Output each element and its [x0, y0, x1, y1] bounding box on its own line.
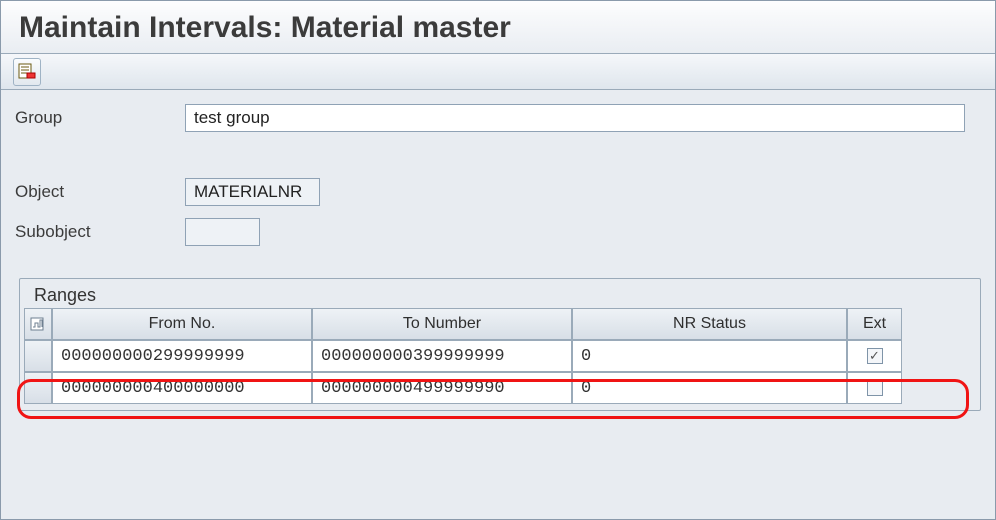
ranges-title: Ranges [20, 279, 980, 308]
group-label: Group [15, 108, 185, 128]
cell-status[interactable]: 0 [572, 372, 847, 404]
object-label: Object [15, 182, 185, 202]
cell-from[interactable]: 000000000400000000 [52, 372, 312, 404]
ranges-panel: Ranges From No. To Number NR Status Ext [19, 278, 981, 411]
page-title: Maintain Intervals: Material master [19, 11, 977, 45]
col-ext[interactable]: Ext [847, 308, 902, 340]
row-selector[interactable] [24, 340, 52, 372]
cell-ext[interactable] [847, 372, 902, 404]
select-all-icon [30, 316, 46, 332]
cell-to[interactable]: 000000000399999999 [312, 340, 572, 372]
subobject-label: Subobject [15, 222, 185, 242]
row-selector[interactable] [24, 372, 52, 404]
object-field [185, 178, 320, 206]
cell-from[interactable]: 000000000299999999 [52, 340, 312, 372]
cell-to[interactable]: 000000000499999990 [312, 372, 572, 404]
intervals-icon [18, 63, 36, 81]
toolbar [1, 54, 995, 90]
ext-checkbox[interactable] [867, 380, 883, 396]
ranges-grid: From No. To Number NR Status Ext 0000000… [24, 308, 974, 404]
ext-checkbox[interactable] [867, 348, 883, 364]
col-to[interactable]: To Number [312, 308, 572, 340]
col-from[interactable]: From No. [52, 308, 312, 340]
row-selector-header[interactable] [24, 308, 52, 340]
intervals-button[interactable] [13, 58, 41, 86]
cell-ext[interactable] [847, 340, 902, 372]
cell-status[interactable]: 0 [572, 340, 847, 372]
subobject-field [185, 218, 260, 246]
col-status[interactable]: NR Status [572, 308, 847, 340]
group-field[interactable] [185, 104, 965, 132]
